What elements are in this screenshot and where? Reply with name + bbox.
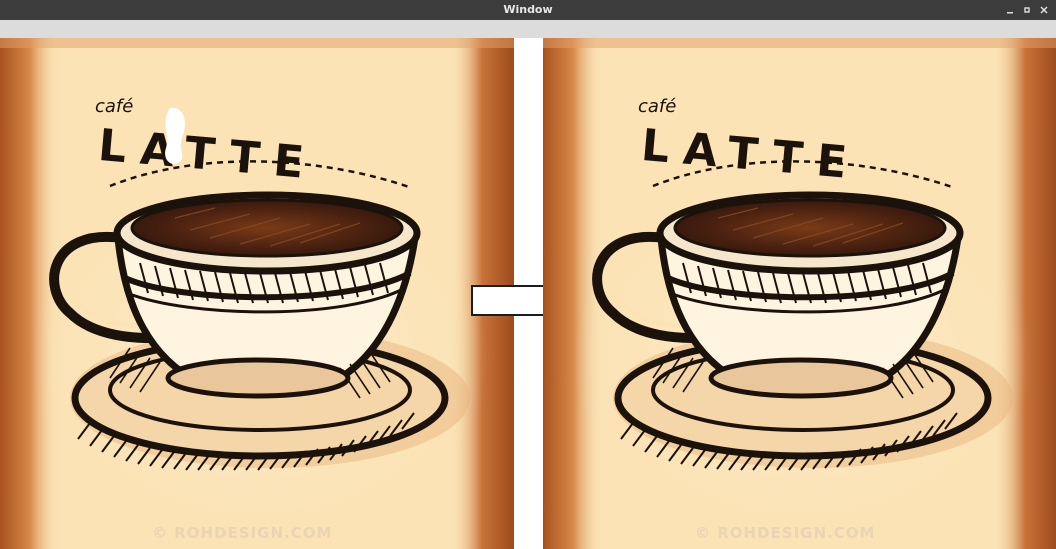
toolbar-strip xyxy=(0,20,1056,38)
source-image: café LATTE © ROHDESIGN.COM xyxy=(0,38,514,549)
watermark-text: © ROHDESIGN.COM xyxy=(152,524,332,542)
restored-image: café LATTE © ROHDESIGN.COM xyxy=(543,38,1056,549)
close-icon[interactable] xyxy=(1037,3,1051,17)
damage-mask xyxy=(165,107,185,165)
cafe-label: café xyxy=(638,96,676,117)
title-bar: Window xyxy=(0,0,1056,20)
watermark-text: © ROHDESIGN.COM xyxy=(695,524,875,542)
maximize-icon[interactable] xyxy=(1020,3,1034,17)
minimize-icon[interactable] xyxy=(1003,3,1017,17)
window-title: Window xyxy=(503,3,553,16)
cafe-label: café xyxy=(95,96,133,117)
